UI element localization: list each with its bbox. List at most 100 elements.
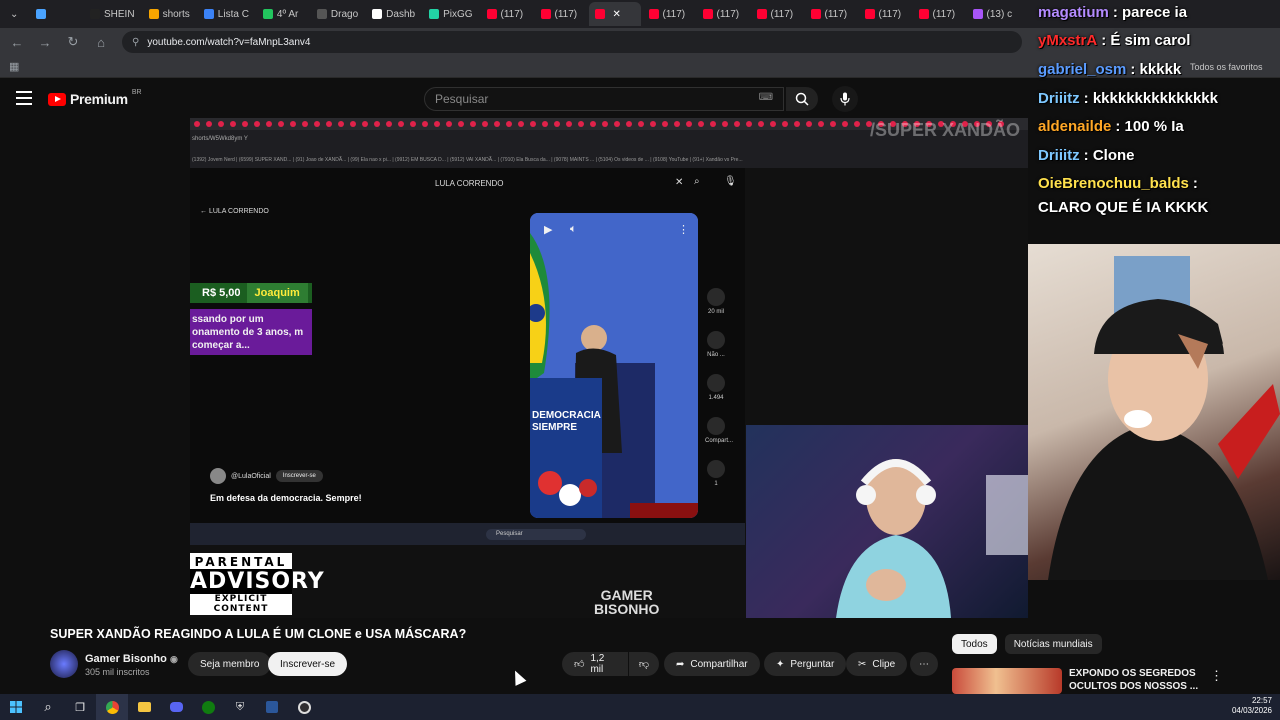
browser-tab[interactable]: (117) — [859, 2, 911, 26]
tab-favicon-icon — [648, 9, 659, 19]
short-remix-count: 1 — [714, 481, 718, 487]
browser-tab[interactable]: (13) c — [967, 2, 1019, 26]
browser-tab[interactable]: (117) — [697, 2, 749, 26]
thumbs-down-icon: 👎︎ — [638, 659, 650, 670]
browser-tab[interactable]: Lista C — [198, 2, 255, 26]
short-share: Compart... — [705, 417, 733, 444]
share-icon: ➦ — [676, 658, 685, 670]
chat-username: yMxstrA — [1038, 32, 1098, 49]
browser-tab[interactable]: (117) — [481, 2, 533, 26]
join-button[interactable]: Seja membro — [188, 652, 272, 676]
host-webcam — [1028, 244, 1280, 580]
chat-message: aldenailde: 100 % Ia — [1038, 118, 1184, 135]
browser-tab[interactable]: 4º Ar — [257, 2, 309, 26]
subscribe-button[interactable]: Inscrever-se — [268, 652, 348, 676]
clip-button[interactable]: ✂ Clipe — [846, 652, 908, 676]
word-icon[interactable] — [256, 694, 288, 720]
tab-label: 4º Ar — [276, 8, 299, 20]
stream-search-box: LULA CORRENDO ✕ ⌕ 🎙︎ — [430, 175, 737, 191]
chip-world-news[interactable]: Notícias mundiais — [1004, 634, 1102, 654]
tab-favicon-icon — [918, 9, 929, 19]
stream-search-icon: ⌕ — [694, 176, 700, 187]
tab-label: Drago — [330, 8, 359, 20]
browser-tab[interactable]: SHEIN — [84, 2, 141, 26]
taskbar-search-icon[interactable]: ⌕ — [32, 694, 64, 720]
apps-grid-icon[interactable]: ▦ — [9, 60, 19, 73]
system-clock[interactable]: 22:57 04/03/2026 — [1232, 696, 1272, 717]
chip-all[interactable]: Todos — [952, 634, 997, 654]
like-button[interactable]: 👍︎ 1,2 mil — [562, 652, 628, 676]
channel-avatar[interactable] — [50, 650, 78, 678]
windows-taskbar: ⌕ ❐ ⛨ — [0, 694, 1280, 720]
home-icon[interactable]: ⌂ — [94, 35, 108, 50]
chat-message: CLARO QUE É IA KKKK — [1038, 199, 1208, 216]
share-button[interactable]: ➦ Compartilhar — [664, 652, 760, 676]
security-icon[interactable]: ⛨ — [224, 694, 256, 720]
browser-tab[interactable]: Drago — [311, 2, 364, 26]
browser-tab[interactable]: (117) — [805, 2, 857, 26]
tab-close-icon[interactable]: ✕ — [613, 9, 621, 20]
reload-icon[interactable]: ↻ — [66, 34, 80, 50]
gamer-logo-line1: GAMER — [600, 587, 653, 603]
stream-url: shorts/W5Wkd8ym Y — [192, 136, 248, 142]
chat-message: OieBrenochuu_balds: — [1038, 175, 1198, 192]
forward-icon[interactable]: → — [38, 35, 52, 50]
browser-tab[interactable]: (117) — [751, 2, 803, 26]
browser-tab[interactable]: Dashb — [366, 2, 421, 26]
site-info-icon[interactable]: ⚲ — [132, 37, 139, 48]
browser-tab[interactable]: (117) — [643, 2, 695, 26]
voice-search-button[interactable] — [832, 86, 858, 112]
short-video-frame: DEMOCRACIA SIEMPRE ▶ 🔈︎ ⋮ — [530, 213, 698, 518]
chrome-icon[interactable] — [96, 694, 128, 720]
recommendation-title[interactable]: EXPONDO OS SEGREDOS OCULTOS DOS NOSSOS .… — [1069, 668, 1209, 693]
browser-tab[interactable]: PixGG — [423, 2, 478, 26]
recommendation-thumbnail[interactable] — [952, 668, 1062, 694]
back-icon[interactable]: ← — [10, 35, 24, 50]
tab-favicon-icon — [262, 9, 273, 19]
advisory-top: PARENTAL — [194, 555, 288, 569]
host-figure — [1048, 256, 1280, 580]
windows-start-icon[interactable] — [0, 694, 32, 720]
chat-text: CLARO QUE É IA KKKK — [1038, 199, 1209, 216]
tab-label: (117) — [554, 8, 578, 20]
xbox-icon[interactable] — [192, 694, 224, 720]
task-view-icon[interactable]: ❐ — [64, 694, 96, 720]
video-player[interactable]: shorts/W5Wkd8ym Y (1392) Jovem Nerd | (6… — [190, 118, 1028, 618]
stream-mic-icon: 🎙︎ — [724, 176, 737, 187]
streamer-webcam — [746, 425, 1028, 618]
donation-alert: R$ 5,00 Joaquim ssando por um onamento d… — [190, 283, 312, 369]
recommendation-more-icon[interactable]: ⋮ — [1210, 668, 1223, 684]
search-placeholder: Pesquisar — [435, 92, 489, 106]
short-play-icon: ▶ — [544, 224, 553, 236]
tab-favicon-icon — [594, 9, 605, 19]
youtube-premium-logo[interactable]: Premium BR — [48, 89, 142, 107]
chat-username: gabriel_osm — [1038, 61, 1127, 78]
file-explorer-icon[interactable] — [128, 694, 160, 720]
stream-bookmarks: (1392) Jovem Nerd | (6599) SUPER XAND...… — [190, 154, 1028, 168]
hamburger-menu-icon[interactable] — [16, 91, 32, 105]
tab-list-button[interactable]: ⌄ — [4, 2, 28, 26]
dislike-button[interactable]: 👎︎ — [629, 652, 659, 676]
tab-label: PixGG — [443, 8, 473, 20]
browser-tab[interactable]: (117) — [913, 2, 965, 26]
short-dislike: Não ... — [705, 331, 727, 358]
ask-button[interactable]: ✦ Perguntar — [764, 652, 847, 676]
stream-youtube-page: LULA CORRENDO ✕ ⌕ 🎙︎ ← LULA CORRENDO R$ … — [190, 168, 745, 523]
stream-watermark: /SUPER XANDÃO — [870, 120, 1021, 140]
gamer-bisonho-logo: GAMER BISONHO — [594, 588, 659, 616]
channel-name[interactable]: Gamer Bisonho ◉ — [85, 653, 178, 665]
browser-tab[interactable] — [30, 2, 82, 26]
more-actions-button[interactable]: ⋯ — [910, 652, 938, 676]
search-input[interactable]: Pesquisar ⌨ — [424, 87, 784, 111]
url-field[interactable]: ⚲ youtube.com/watch?v=faMnpL3anv4 — [122, 31, 1022, 53]
tab-favicon-icon — [702, 9, 713, 19]
obs-icon[interactable] — [288, 694, 320, 720]
browser-tab[interactable]: (117) — [535, 2, 587, 26]
discord-icon[interactable] — [160, 694, 192, 720]
tab-favicon-icon — [148, 9, 159, 19]
advisory-bottom: EXPLICIT CONTENT — [213, 594, 269, 614]
browser-tab[interactable]: shorts — [143, 2, 196, 26]
keyboard-icon[interactable]: ⌨ — [759, 92, 773, 103]
browser-tab[interactable]: ✕ — [588, 2, 641, 26]
search-button[interactable] — [786, 87, 818, 111]
